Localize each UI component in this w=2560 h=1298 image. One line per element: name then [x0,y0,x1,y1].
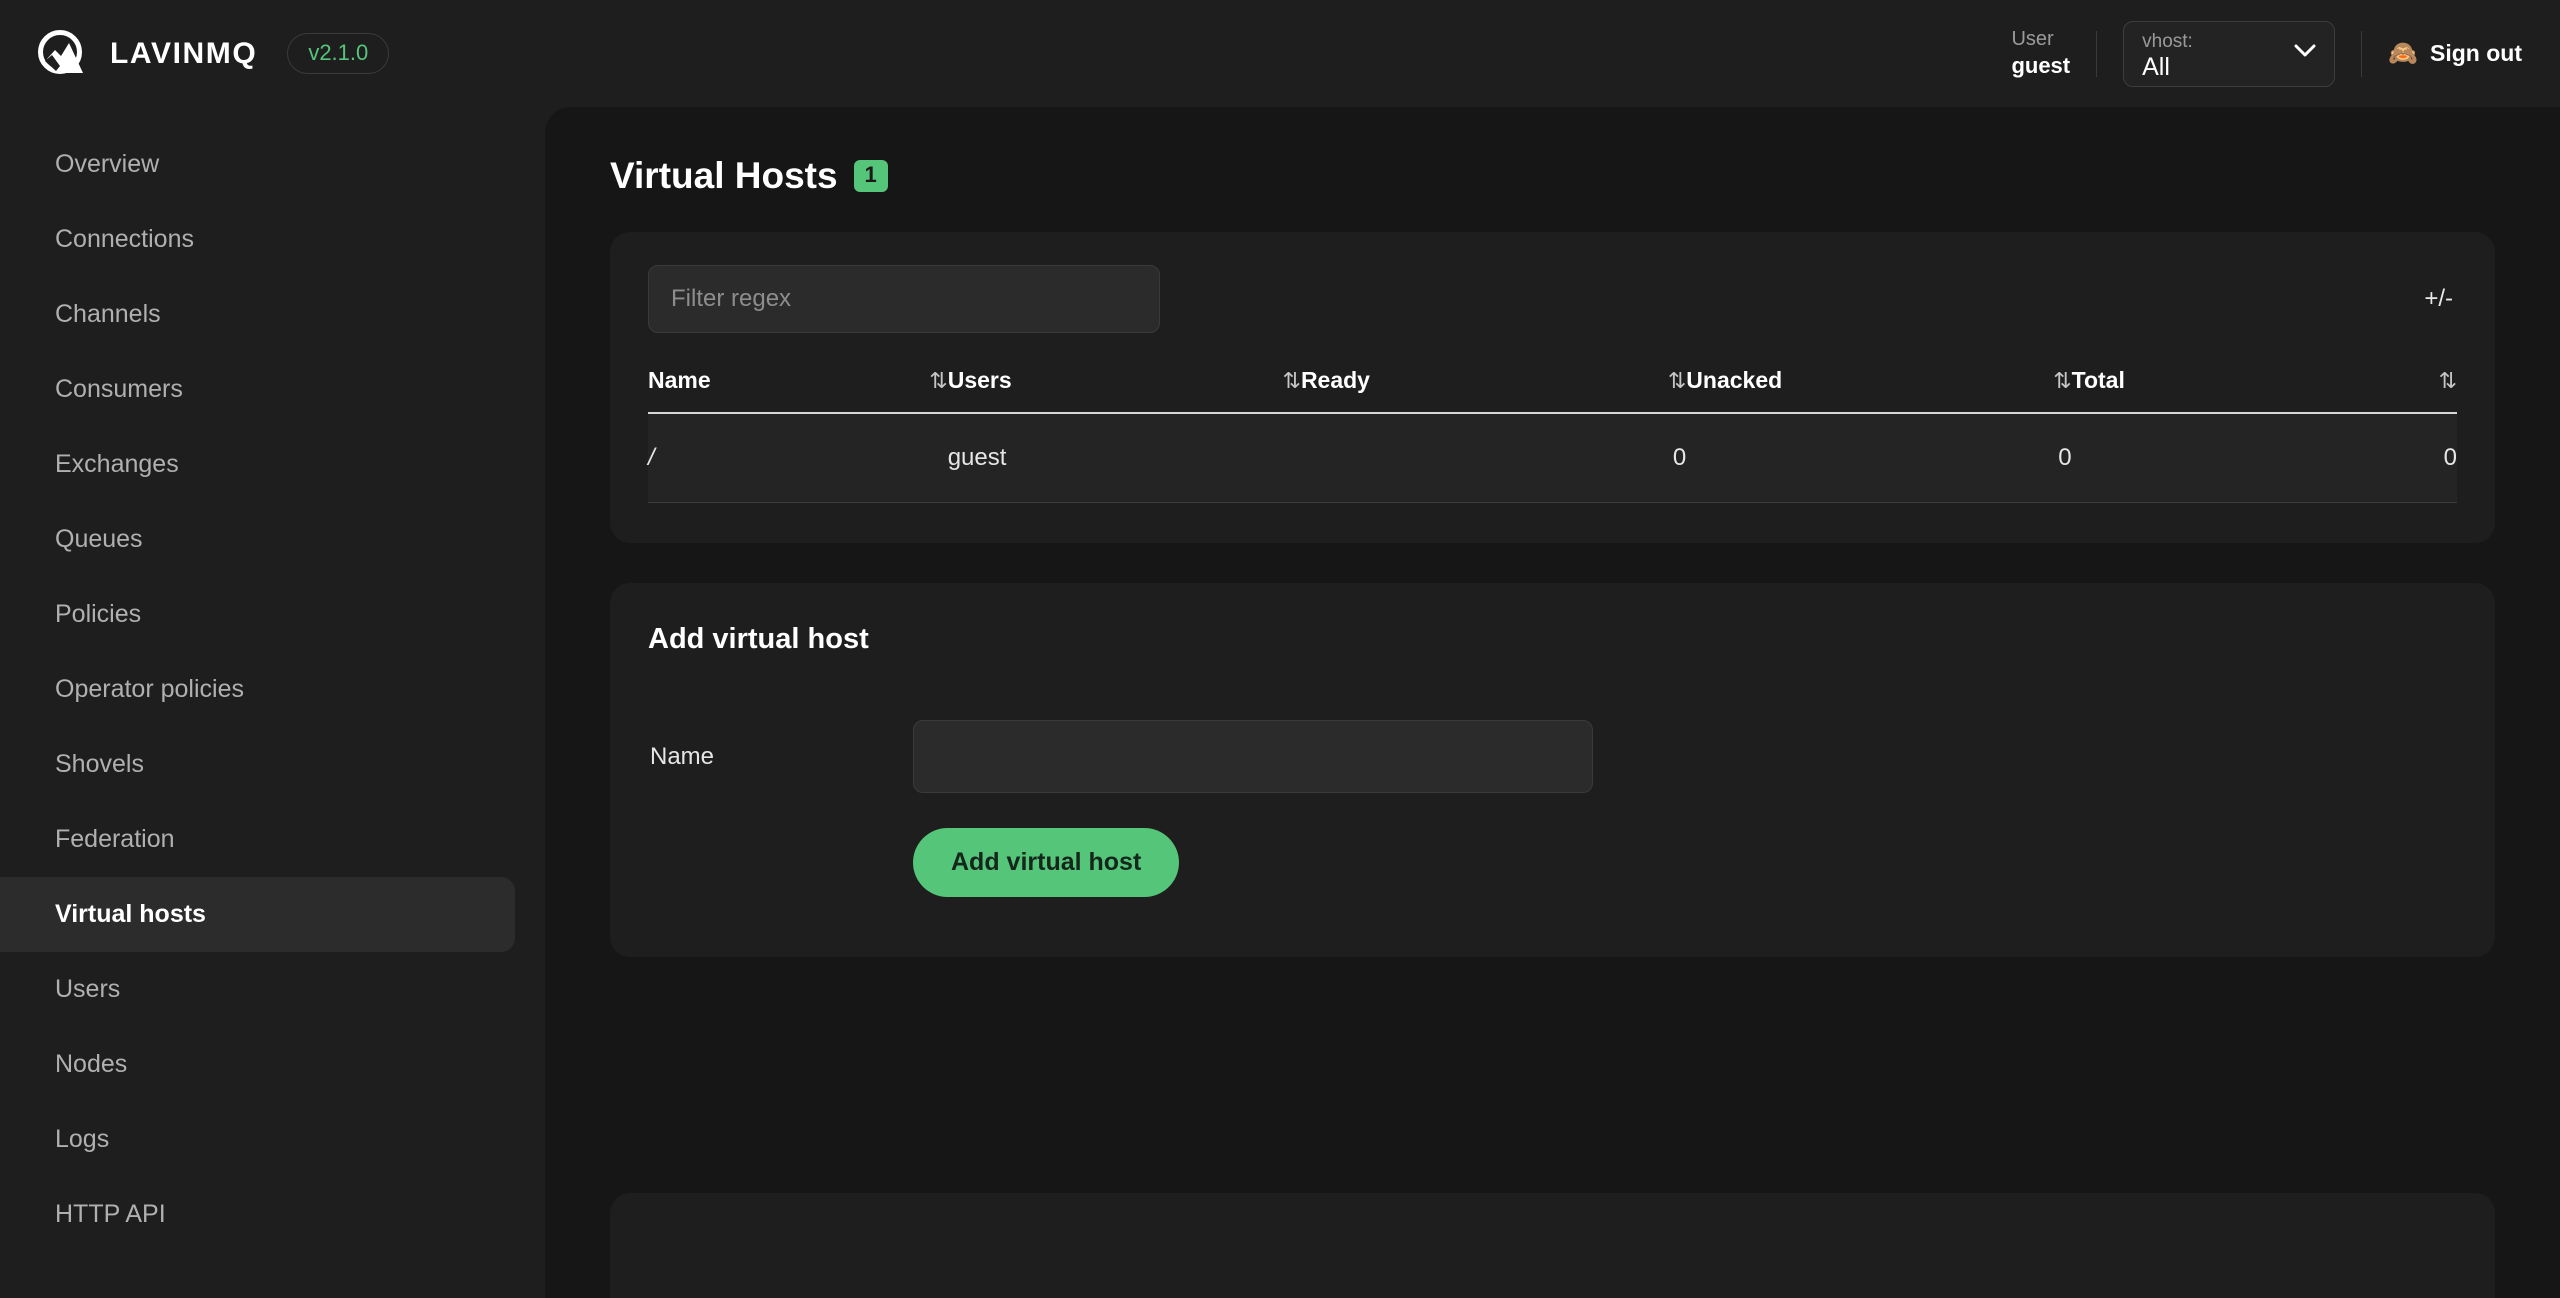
name-field-row: Name [648,720,2457,793]
sidebar-item-operator-policies[interactable]: Operator policies [0,652,515,727]
cell-users: guest [947,413,1301,503]
sidebar-item-logs[interactable]: Logs [0,1102,515,1177]
sidebar-item-shovels[interactable]: Shovels [0,727,515,802]
sidebar-item-label: Operator policies [55,675,244,703]
sidebar-item-label: Virtual hosts [55,900,206,928]
sidebar-item-label: Connections [55,225,194,253]
sidebar-item-federation[interactable]: Federation [0,802,515,877]
sidebar-item-label: Queues [55,525,143,553]
version-badge: v2.1.0 [287,33,390,74]
filter-row: +/- [648,265,2457,333]
sidebar-nav: Overview Connections Channels Consumers Exch… [0,107,545,1298]
sidebar-item-label: Shovels [55,750,144,778]
vhost-count-badge: 1 [853,159,888,193]
user-label: User [2011,28,2054,51]
sidebar-item-http-api[interactable]: HTTP API [0,1177,515,1252]
sidebar-item-policies[interactable]: Policies [0,577,515,652]
sidebar-item-consumers[interactable]: Consumers [0,352,515,427]
sidebar-item-queues[interactable]: Queues [0,502,515,577]
sort-updown-icon[interactable]: ⇅ [1271,368,1301,394]
add-virtual-host-card: Add virtual host Name Add virtual host [610,583,2495,957]
chevron-down-icon [2294,44,2316,58]
sort-updown-icon[interactable]: ⇅ [2041,368,2071,394]
sidebar-item-users[interactable]: Users [0,952,515,1027]
sort-updown-icon[interactable]: ⇅ [1656,368,1686,394]
brand[interactable]: LAVINMQ v2.1.0 [0,28,390,80]
sidebar-item-label: Channels [55,300,161,328]
sidebar-item-label: Users [55,975,121,1003]
footer-content: LavinMQ is open source and developed by … [1249,1249,1855,1298]
column-header-unacked[interactable]: Unacked ⇅ [1686,367,2072,414]
sidebar-item-connections[interactable]: Connections [0,202,515,277]
page-header: Virtual Hosts 1 [545,107,2560,197]
table-head: Name ⇅ Users ⇅ Ready ⇅ Unacked ⇅ Total ⇅ [648,367,2457,414]
sidebar-item-label: Federation [55,825,175,853]
name-field-label: Name [650,742,715,770]
table-body: / guest 0 0 0 [648,413,2457,503]
cell-name: / [648,413,948,503]
lavinmq-mountain-logo-icon [36,28,88,80]
column-header-label: Name [648,367,711,393]
new-vhost-name-input[interactable] [913,720,1593,793]
top-header: LAVINMQ v2.1.0 User guest vhost: All 🙈 S… [0,0,2560,107]
column-header-ready[interactable]: Ready ⇅ [1300,367,1687,414]
current-user: User guest [2011,27,2096,80]
form-actions: Add virtual host [648,828,2457,897]
header-right: User guest vhost: All 🙈 Sign out [2011,0,2560,107]
cell-unacked: 0 [1686,413,2072,503]
filter-regex-input[interactable] [648,265,1160,333]
sidebar-item-label: Policies [55,600,142,628]
sign-out-button[interactable]: 🙈 Sign out [2362,40,2522,67]
cell-total: 0 [2071,413,2457,503]
column-header-label: Unacked [1686,367,1783,393]
sidebar-item-exchanges[interactable]: Exchanges [0,427,515,502]
header-divider-1 [2096,30,2098,77]
table-row[interactable]: / guest 0 0 0 [648,413,2457,503]
column-header-total[interactable]: Total ⇅ [2071,367,2457,414]
sidebar-item-label: Nodes [55,1050,128,1078]
virtual-hosts-table: Name ⇅ Users ⇅ Ready ⇅ Unacked ⇅ Total ⇅ / guest 0 0… [648,367,2457,503]
app-root: LAVINMQ v2.1.0 User guest vhost: All 🙈 S… [0,0,2560,1298]
column-header-users[interactable]: Users ⇅ [947,367,1301,414]
sidebar-item-label: Consumers [55,375,183,403]
main-content: Virtual Hosts 1 +/- Name⇅Users⇅Ready⇅Una… [545,107,2560,1298]
toggle-columns-button[interactable]: +/- [2424,285,2457,313]
sidebar-item-label: Logs [55,1125,110,1153]
brand-name: LAVINMQ [110,36,258,70]
vhost-selector[interactable]: vhost: All [2123,20,2336,87]
sidebar-item-nodes[interactable]: Nodes [0,1027,515,1102]
footer: LavinMQ is open source and developed by … [610,1193,2495,1298]
sidebar-item-label: HTTP API [55,1200,166,1228]
sort-updown-icon[interactable]: ⇅ [917,368,947,394]
sort-updown-icon[interactable]: ⇅ [2427,368,2457,394]
sidebar-item-overview[interactable]: Overview [0,127,515,202]
sidebar-item-label: Exchanges [55,450,179,478]
sidebar-item-label: Overview [55,150,160,178]
cell-ready: 0 [1300,413,1687,503]
column-header-label: Ready [1300,367,1370,393]
add-virtual-host-title: Add virtual host [648,623,869,655]
sidebar-item-channels[interactable]: Channels [0,277,515,352]
sign-out-label: Sign out [2430,40,2522,66]
page-title: Virtual Hosts [610,155,838,196]
column-header-name[interactable]: Name ⇅ [648,367,948,414]
column-header-label: Users [947,367,1012,393]
column-header-label: Total [2071,367,2125,393]
see-no-evil-monkey-icon: 🙈 [2388,39,2419,67]
table-header-row: Name ⇅ Users ⇅ Ready ⇅ Unacked ⇅ Total ⇅ [648,367,2457,414]
add-virtual-host-button[interactable]: Add virtual host [913,828,1180,897]
sidebar-item-virtual-hosts[interactable]: Virtual hosts [0,877,515,952]
user-name: guest [2011,53,2071,79]
virtual-hosts-card: +/- Name⇅Users⇅Ready⇅Unacked⇅Total⇅ /gue… [610,232,2495,543]
